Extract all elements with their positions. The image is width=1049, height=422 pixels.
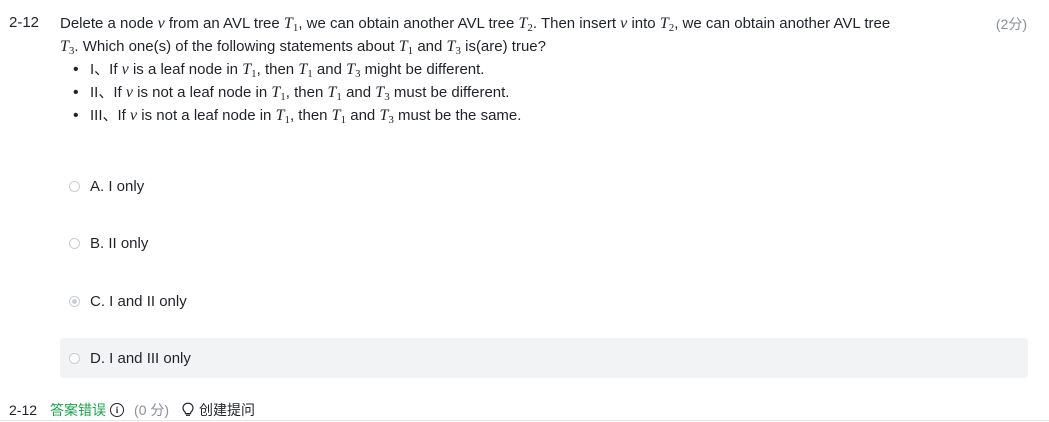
stem-text: and	[413, 38, 447, 55]
statement-item: II、If v is not a leaf node in T1, then T…	[73, 81, 980, 104]
option-a-label: A. I only	[90, 177, 145, 195]
stem-text: . Which one(s) of the following statemen…	[74, 38, 399, 55]
stem-text: , we can obtain another AVL tree	[298, 15, 519, 32]
statement-list: I、If v is a leaf node in T1, then T1 and…	[60, 58, 980, 127]
math-tree-t3: T3	[60, 38, 75, 57]
stem-text: , we can obtain another AVL tree	[674, 15, 891, 32]
math-tree-t1: T1	[283, 15, 299, 34]
math-tree-t2: T2	[518, 15, 533, 34]
stem-text: Delete a node	[60, 15, 158, 32]
radio-button-b[interactable]	[69, 237, 80, 249]
option-d[interactable]: D. I and III only	[60, 338, 1028, 378]
radio-button-a[interactable]	[69, 180, 80, 192]
result-status: 答案错误	[50, 402, 107, 418]
math-tree-t2: T2	[659, 15, 675, 34]
lightbulb-icon	[182, 402, 194, 416]
stem-text: from an AVL tree	[164, 15, 284, 32]
footer-question-number: 2-12	[9, 402, 38, 418]
stem-text: into	[627, 15, 660, 32]
question-points: (2分)	[995, 16, 1027, 32]
option-c[interactable]: C. I and II only	[60, 281, 1028, 321]
question-stem: Delete a node v from an AVL tree T1, we …	[60, 12, 980, 58]
bottom-divider	[0, 420, 1049, 421]
math-tree-t1: T1	[398, 38, 414, 57]
math-var-v: v	[157, 15, 165, 32]
answer-footer: 2-12 答案错误 i (0 分) 创建提问	[9, 400, 255, 420]
statement-item: III、If v is not a leaf node in T1, then …	[73, 104, 980, 127]
create-question-label: 创建提问	[199, 402, 256, 418]
radio-button-c[interactable]	[69, 295, 80, 307]
info-icon[interactable]: i	[110, 403, 125, 417]
create-question-button[interactable]: 创建提问	[181, 400, 255, 420]
option-c-label: C. I and II only	[90, 292, 187, 310]
question-text: Delete a node v from an AVL tree T1, we …	[60, 12, 980, 127]
option-a[interactable]: A. I only	[60, 166, 1028, 206]
stem-text: is(are) true?	[460, 38, 546, 55]
option-b[interactable]: B. II only	[60, 223, 1028, 263]
score-value: (0 分)	[134, 402, 170, 418]
option-b-label: B. II only	[90, 234, 149, 252]
math-tree-t3: T3	[446, 38, 461, 57]
question-number: 2-12	[9, 14, 40, 31]
radio-button-d[interactable]	[69, 352, 80, 364]
stem-text: . Then insert	[532, 15, 621, 32]
statement-item: I、If v is a leaf node in T1, then T1 and…	[73, 58, 980, 81]
option-d-label: D. I and III only	[90, 349, 191, 367]
